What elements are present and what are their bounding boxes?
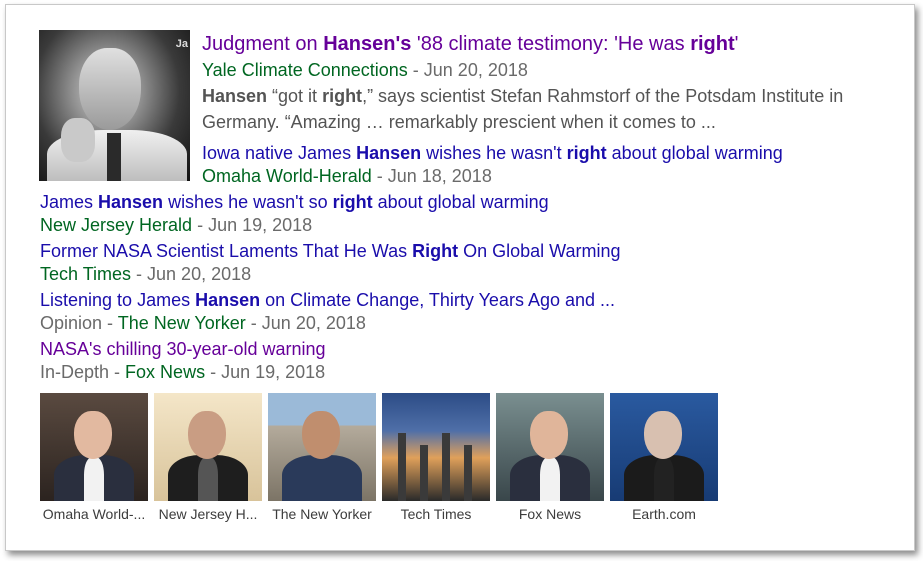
text-fragment: Hansen xyxy=(98,192,164,212)
photo-shirt-shape xyxy=(198,457,218,501)
photo-shirt-shape xyxy=(540,457,560,501)
top-story-thumbnail[interactable]: Ja xyxy=(39,30,190,181)
portrait-photo-icon[interactable] xyxy=(154,393,262,501)
story-title-link[interactable]: Listening to James Hansen on Climate Cha… xyxy=(40,290,615,311)
story-source[interactable]: New Jersey Herald xyxy=(40,215,192,235)
photo-face-shape xyxy=(74,411,112,459)
text-fragment: right xyxy=(690,33,735,55)
text-fragment: “got it xyxy=(267,86,323,106)
text-fragment: Hansen's xyxy=(323,33,412,55)
meta-separator: - xyxy=(131,264,148,284)
text-fragment: right xyxy=(332,192,373,212)
photo-shirt-shape xyxy=(84,457,104,501)
gallery-caption[interactable]: New Jersey H... xyxy=(154,506,262,522)
meta-separator: - xyxy=(205,362,222,382)
thumbnail-hand xyxy=(61,118,95,162)
portrait-photo-icon[interactable] xyxy=(496,393,604,501)
meta-separator: - xyxy=(192,215,209,235)
story-date: Jun 19, 2018 xyxy=(221,362,326,382)
story-date: Jun 20, 2018 xyxy=(261,313,366,333)
top-story-source[interactable]: Yale Climate Connections xyxy=(202,60,408,80)
text-fragment: Judgment on xyxy=(202,33,324,55)
portrait-photo-icon[interactable] xyxy=(40,393,148,501)
story-source[interactable]: The New Yorker xyxy=(118,313,246,333)
top-story-date: Jun 20, 2018 xyxy=(423,60,528,80)
text-fragment: ' xyxy=(734,33,739,55)
text-fragment: wishes he wasn't xyxy=(421,143,567,163)
text-fragment: about global warming xyxy=(606,143,783,163)
text-fragment: Hansen xyxy=(195,290,261,310)
text-fragment: right xyxy=(322,86,363,106)
text-fragment: NASA's chilling 30-year-old warning xyxy=(40,339,326,359)
text-fragment: about global warming xyxy=(372,192,549,212)
text-fragment: Hansen xyxy=(356,143,422,163)
story-label: In-Depth xyxy=(40,362,110,382)
photo-face-shape xyxy=(188,411,226,459)
thumbnail-face xyxy=(79,48,141,130)
news-card: Ja Judgment on Hansen's '88 climate test… xyxy=(5,4,915,551)
story-meta: Omaha World-Herald - Jun 18, 2018 xyxy=(202,166,492,187)
story-source[interactable]: Tech Times xyxy=(40,264,131,284)
text-fragment: James xyxy=(40,192,99,212)
meta-separator: - xyxy=(407,60,424,80)
text-fragment: Hansen xyxy=(202,86,268,106)
gallery-caption[interactable]: Omaha World-... xyxy=(40,506,148,522)
smokestack-shape xyxy=(420,445,428,501)
text-fragment: Iowa native James xyxy=(202,143,357,163)
text-fragment: On Global Warming xyxy=(458,241,621,261)
meta-separator: - xyxy=(371,166,388,186)
story-meta: Tech Times - Jun 20, 2018 xyxy=(40,264,251,285)
text-fragment: Right xyxy=(412,241,459,261)
gallery-caption[interactable]: The New Yorker xyxy=(268,506,376,522)
story-title-link[interactable]: NASA's chilling 30-year-old warning xyxy=(40,339,326,360)
story-date: Jun 19, 2018 xyxy=(208,215,313,235)
smokestack-photo-icon[interactable] xyxy=(382,393,490,501)
smokestack-shape xyxy=(398,433,406,501)
photo-face-shape xyxy=(644,411,682,459)
top-story-meta: Yale Climate Connections - Jun 20, 2018 xyxy=(202,60,528,81)
story-meta: In-Depth - Fox News - Jun 19, 2018 xyxy=(40,362,325,383)
photo-face-shape xyxy=(302,411,340,459)
gallery-caption[interactable]: Tech Times xyxy=(382,506,490,522)
top-story-title[interactable]: Judgment on Hansen's '88 climate testimo… xyxy=(202,33,738,56)
landscape-photo-icon[interactable] xyxy=(268,393,376,501)
portrait-photo-icon[interactable] xyxy=(610,393,718,501)
thumbnail-tie xyxy=(107,133,121,181)
story-source[interactable]: Fox News xyxy=(125,362,205,382)
text-fragment: on Climate Change, Thirty Years Ago and … xyxy=(260,290,616,310)
text-fragment: '88 climate testimony: 'He was xyxy=(411,33,691,55)
story-meta: New Jersey Herald - Jun 19, 2018 xyxy=(40,215,312,236)
thumbnail-watermark: Ja xyxy=(175,38,188,50)
story-title-link[interactable]: Former NASA Scientist Laments That He Wa… xyxy=(40,241,621,262)
story-date: Jun 18, 2018 xyxy=(387,166,492,186)
smokestack-shape xyxy=(442,433,450,501)
meta-separator: - xyxy=(109,362,126,382)
top-story-snippet: Hansen “got it right,” says scientist St… xyxy=(202,83,902,135)
photo-shirt-shape xyxy=(312,457,332,501)
text-fragment: right xyxy=(566,143,607,163)
meta-separator: - xyxy=(245,313,262,333)
text-fragment: Former NASA Scientist Laments That He Wa… xyxy=(40,241,413,261)
story-label: Opinion xyxy=(40,313,103,333)
photo-face-shape xyxy=(530,411,568,459)
story-title-link[interactable]: Iowa native James Hansen wishes he wasn'… xyxy=(202,143,783,164)
gallery-caption[interactable]: Fox News xyxy=(496,506,604,522)
story-title-link[interactable]: James Hansen wishes he wasn't so right a… xyxy=(40,192,549,213)
meta-separator: - xyxy=(102,313,118,333)
story-date: Jun 20, 2018 xyxy=(147,264,252,284)
gallery-caption[interactable]: Earth.com xyxy=(610,506,718,522)
text-fragment: wishes he wasn't so xyxy=(163,192,333,212)
story-source[interactable]: Omaha World-Herald xyxy=(202,166,372,186)
smokestack-shape xyxy=(464,445,472,501)
text-fragment: Listening to James xyxy=(40,290,196,310)
story-meta: Opinion - The New Yorker - Jun 20, 2018 xyxy=(40,313,366,334)
photo-shirt-shape xyxy=(654,457,674,501)
